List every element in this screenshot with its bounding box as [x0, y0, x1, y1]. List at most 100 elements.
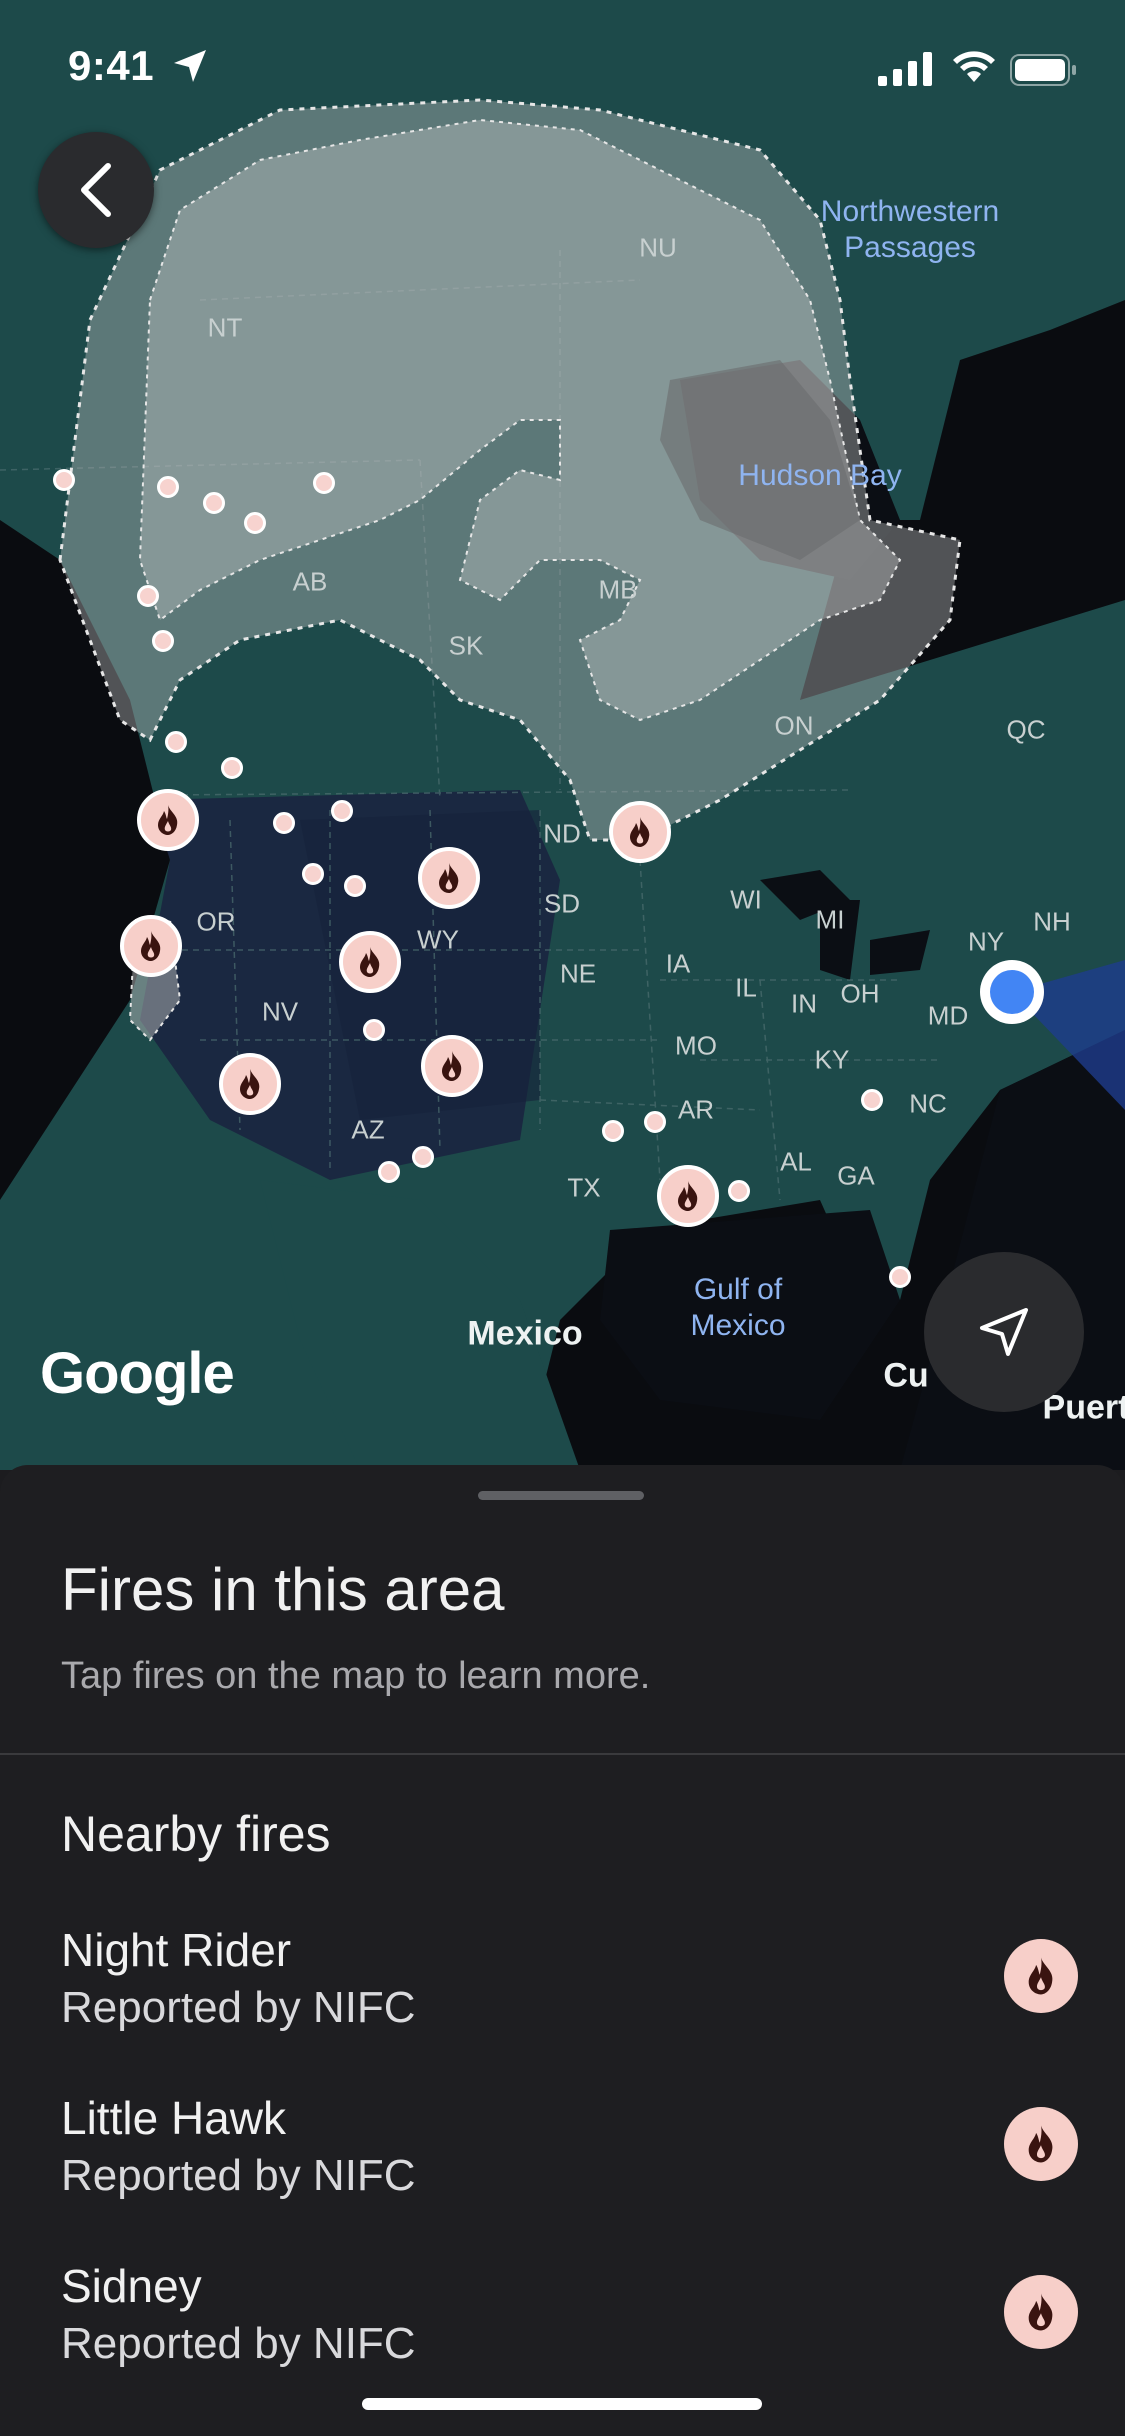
map-label-region: NE	[559, 958, 597, 989]
small-fire-dot[interactable]	[273, 812, 295, 834]
map-label-northwestern-passages: Northwestern Passages	[820, 195, 1000, 264]
sheet-grabber[interactable]	[478, 1491, 644, 1500]
flame-icon	[1028, 2125, 1053, 2163]
map-label-region: NY	[967, 926, 1005, 957]
map-label-region: ND	[543, 818, 581, 849]
map-label-region: IL	[735, 972, 757, 1003]
flame-icon	[678, 1181, 698, 1211]
fire-marker[interactable]	[219, 1053, 281, 1115]
flame-icon	[1028, 1957, 1053, 1995]
location-arrow-icon	[174, 50, 206, 82]
fire-marker[interactable]	[657, 1165, 719, 1227]
small-fire-dot[interactable]	[378, 1161, 400, 1183]
fire-list-item[interactable]: Sidney Reported by NIFC	[0, 2259, 1125, 2399]
fire-map[interactable]: Northwestern Passages Hudson Bay Gulf of M…	[0, 0, 1125, 1470]
small-fire-dot[interactable]	[861, 1089, 883, 1111]
sheet-subtitle: Tap fires on the map to learn more.	[61, 1655, 651, 1697]
map-label-region: TX	[567, 1172, 601, 1203]
small-fire-dot[interactable]	[331, 800, 353, 822]
map-label-cuba: Cu	[883, 1356, 929, 1395]
small-fire-dot[interactable]	[53, 469, 75, 491]
fire-source: Reported by NIFC	[61, 2151, 416, 2200]
small-fire-dot[interactable]	[203, 492, 225, 514]
signal-icon	[878, 52, 932, 86]
small-fire-dot[interactable]	[644, 1111, 666, 1133]
flame-icon	[158, 805, 178, 835]
back-button[interactable]	[38, 132, 154, 248]
divider	[0, 1753, 1125, 1755]
small-fire-dot[interactable]	[302, 863, 324, 885]
map-label-region: MB	[598, 574, 638, 605]
map-label-gulf-of-mexico: Gulf of Mexico	[690, 1273, 786, 1342]
map-label-region: NU	[639, 232, 677, 263]
map-label-region: IN	[791, 988, 817, 1019]
map-label-region: WI	[730, 884, 762, 915]
flame-icon	[360, 947, 380, 977]
home-indicator[interactable]	[362, 2398, 762, 2410]
map-label-region: OR	[196, 906, 236, 937]
flame-icon	[442, 1051, 462, 1081]
user-location-dot	[980, 960, 1044, 1024]
map-label-region: SD	[543, 888, 581, 919]
navigation-arrow-icon	[980, 1308, 1028, 1356]
status-time: 9:41	[68, 42, 155, 89]
my-location-button[interactable]	[924, 1252, 1084, 1412]
fire-source: Reported by NIFC	[61, 1983, 416, 2032]
small-fire-dot[interactable]	[602, 1120, 624, 1142]
fire-icon	[1004, 1939, 1078, 2013]
fire-marker[interactable]	[339, 931, 401, 993]
small-fire-dot[interactable]	[728, 1180, 750, 1202]
flame-icon	[240, 1069, 260, 1099]
fire-name: Little Hawk	[61, 2092, 286, 2144]
fire-list-item[interactable]: Little Hawk Reported by NIFC	[0, 2091, 1125, 2231]
small-fire-dot[interactable]	[412, 1146, 434, 1168]
battery-icon	[1010, 54, 1076, 86]
status-bar: 9:41	[0, 0, 1125, 140]
fire-name: Sidney	[61, 2260, 202, 2312]
map-label-region: AL	[780, 1146, 812, 1177]
flame-icon	[630, 817, 650, 847]
fires-bottom-sheet[interactable]: Fires in this area Tap fires on the map …	[0, 1465, 1125, 2436]
map-label-region: QC	[1006, 714, 1046, 745]
map-label-region: AZ	[351, 1114, 385, 1145]
map-label-region: OH	[840, 978, 880, 1009]
fire-list-item[interactable]: Night Rider Reported by NIFC	[0, 1923, 1125, 2063]
small-fire-dot[interactable]	[137, 585, 159, 607]
flame-icon	[439, 863, 459, 893]
map-label-region: MD	[927, 1000, 969, 1031]
small-fire-dot[interactable]	[889, 1266, 911, 1288]
map-label-puerto-rico: Puert	[1042, 1388, 1125, 1427]
google-logo: Google	[40, 1341, 235, 1406]
chevron-left-icon	[81, 163, 111, 217]
small-fire-dot[interactable]	[313, 472, 335, 494]
map-label-region: NT	[207, 312, 243, 343]
fire-source: Reported by NIFC	[61, 2319, 416, 2368]
map-label-region: KY	[814, 1044, 850, 1075]
nearby-fires-heading: Nearby fires	[61, 1806, 331, 1862]
fire-marker[interactable]	[421, 1035, 483, 1097]
flame-icon	[141, 931, 161, 961]
map-label-region: SK	[448, 630, 484, 661]
fire-marker[interactable]	[120, 915, 182, 977]
fire-marker[interactable]	[137, 789, 199, 851]
map-label-region: MO	[675, 1030, 717, 1061]
map-label-region: MI	[815, 904, 845, 935]
wifi-icon	[953, 51, 995, 82]
fire-icon	[1004, 2275, 1078, 2349]
fire-name: Night Rider	[61, 1924, 292, 1976]
small-fire-dot[interactable]	[221, 757, 243, 779]
small-fire-dot[interactable]	[344, 875, 366, 897]
fire-marker[interactable]	[609, 801, 671, 863]
small-fire-dot[interactable]	[244, 512, 266, 534]
small-fire-dot[interactable]	[363, 1019, 385, 1041]
small-fire-dot[interactable]	[165, 731, 187, 753]
sheet-title: Fires in this area	[61, 1556, 505, 1623]
map-label-region: ON	[774, 710, 814, 741]
fire-marker[interactable]	[418, 847, 480, 909]
fire-icon	[1004, 2107, 1078, 2181]
map-label-region: NH	[1033, 906, 1071, 937]
small-fire-dot[interactable]	[157, 476, 179, 498]
map-label-mexico: Mexico	[467, 1314, 583, 1353]
map-label-region: AR	[677, 1094, 715, 1125]
small-fire-dot[interactable]	[152, 630, 174, 652]
